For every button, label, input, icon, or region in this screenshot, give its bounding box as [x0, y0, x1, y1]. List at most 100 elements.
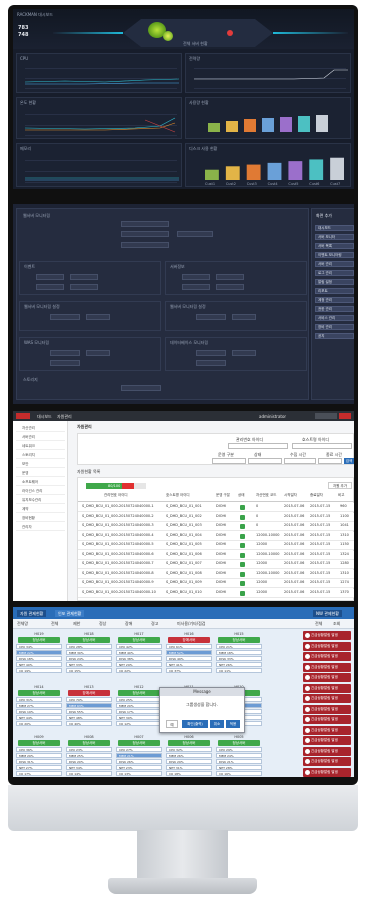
table-row[interactable]: S_DHD_BCU_01_000-20150724040000-1 S_DHD_B… [78, 503, 354, 512]
form-field[interactable] [121, 242, 169, 248]
alert-button[interactable]: 긴급상황알림 발생 [303, 746, 351, 756]
alert-button[interactable]: 긴급상황알림 발생 [303, 757, 351, 766]
search-input-id[interactable] [228, 443, 288, 449]
column-header[interactable]: 시작일자 [284, 493, 297, 498]
form-field[interactable] [86, 314, 110, 320]
server-state-button[interactable]: 정상서버 [118, 637, 160, 643]
form-field[interactable] [50, 360, 80, 366]
add-screen-item[interactable]: 로그 관리 [315, 270, 354, 276]
alert-button[interactable]: 긴급상황알림 발생 [303, 641, 351, 651]
server-state-button[interactable]: 정상서버 [68, 637, 110, 643]
server-state-button[interactable]: 정상서버 [118, 740, 160, 746]
sidebar-item[interactable]: 계약 [16, 506, 65, 513]
server-card[interactable]: H018 정상서버 CPU 28% MEM 30% DISK 24% NET 33% I/O… [65, 632, 113, 673]
toolbar-filter[interactable]: 정상 [99, 621, 106, 626]
form-field[interactable] [121, 385, 161, 391]
sidebar-item[interactable]: 유지보수관리 [16, 497, 65, 504]
toolbar-filter[interactable]: 미사용/기타/점검 [177, 621, 205, 626]
server-card[interactable]: H008 정상서버 CPU 23% MEM 25% DISK 20% NET 34% I/O… [65, 735, 113, 776]
table-row[interactable]: S_DHD_BCU_01_000-20150724040000-5 S_DHD_B… [78, 541, 354, 550]
server-state-button[interactable]: 장애서버 [68, 690, 110, 696]
toolbar-filter[interactable]: 장애 [125, 621, 132, 626]
date-start[interactable] [284, 458, 316, 464]
column-header[interactable]: 자산번호 코드 [256, 493, 276, 498]
form-field[interactable] [182, 274, 210, 280]
dialog-confirm-button[interactable]: 확인(출력) [182, 720, 208, 728]
form-field[interactable] [70, 274, 98, 280]
form-field[interactable] [196, 314, 226, 320]
form-field[interactable] [216, 274, 244, 280]
toolbar-filter[interactable]: 전체망 [17, 621, 28, 626]
sidebar-item[interactable]: 스토리지 [16, 452, 65, 459]
table-row[interactable]: S_DHD_BCU_01_000-20150724040000-6 S_DHD_B… [78, 550, 354, 560]
sidebar-item[interactable]: 보안 [16, 461, 65, 468]
table-row[interactable]: S_DHD_BCU_01_000-20150724040000-4 S_DHD_B… [78, 531, 354, 541]
server-state-button[interactable]: 장애서버 [168, 637, 210, 643]
sidebar-item[interactable]: 소프트웨어 [16, 479, 65, 486]
add-screen-item[interactable]: 서비스 관리 [315, 315, 354, 321]
server-state-button[interactable]: 정상서버 [218, 740, 260, 746]
tab-network[interactable]: NW 관제현황 [313, 610, 342, 617]
right-header-all[interactable]: 전체 [315, 621, 322, 626]
server-card[interactable]: H007 정상서버 CPU 27% MEM 21% DISK 26% NET 23% I/O… [115, 735, 163, 776]
server-card[interactable]: H015 정상서버 CPU 21% MEM 18% DISK 33% NET 26% I/O… [215, 632, 263, 673]
form-field[interactable] [216, 284, 244, 290]
settings-button[interactable] [315, 413, 337, 419]
form-field[interactable] [121, 221, 169, 227]
alert-button[interactable]: 긴급상황알림 발생 [303, 652, 351, 661]
add-screen-item[interactable]: 계정 관리 [315, 297, 354, 303]
dialog-apply-button[interactable]: 적용 [226, 720, 240, 728]
form-field[interactable] [177, 231, 213, 237]
alert-button[interactable]: 긴급상황알림 발생 [303, 704, 351, 714]
add-screen-item[interactable]: 서버 관리 [315, 261, 354, 267]
nav-tab-dashboard[interactable]: 대시보드 [37, 414, 52, 419]
add-screen-item[interactable]: 서버 목록 [315, 243, 354, 249]
add-screen-item[interactable]: 이벤트 모니터링 [315, 252, 354, 258]
server-state-button[interactable]: 정상서버 [118, 690, 160, 696]
form-field[interactable] [70, 284, 98, 290]
column-header[interactable]: 운영 구분 [216, 493, 230, 498]
form-field[interactable] [86, 350, 110, 356]
table-row[interactable]: S_DHD_BCU_01_000-20150724040000-9 S_DHD_B… [78, 579, 354, 588]
alert-button[interactable]: 긴급상황알림 발생 [303, 715, 351, 724]
nav-tab-resources[interactable]: 자원관리 [57, 414, 72, 419]
alert-button[interactable]: 긴급상황알림 발생 [303, 683, 351, 693]
sidebar-item[interactable]: 서버관리 [16, 434, 65, 441]
add-screen-item[interactable]: 공지 [315, 333, 354, 339]
tab-info[interactable]: 인포 관제현황 [55, 610, 85, 617]
alert-button[interactable]: 긴급상황알림 발생 [303, 662, 351, 672]
form-field[interactable] [50, 350, 80, 356]
server-state-button[interactable]: 정상서버 [218, 637, 260, 643]
server-state-button[interactable]: 정상서버 [18, 637, 60, 643]
select-operation[interactable] [212, 458, 246, 464]
date-end[interactable] [318, 458, 342, 464]
alert-button[interactable]: 긴급상황알림 발생 [303, 767, 351, 777]
server-card[interactable]: H009 정상서버 CPU 36% MEM 29% DISK 31% NET 27% I/O… [15, 735, 63, 776]
tab-resource[interactable]: 자원 관제현황 [17, 610, 47, 617]
add-screen-item[interactable]: 권한 관리 [315, 306, 354, 312]
column-header[interactable]: 상태 [238, 493, 244, 498]
sidebar-item[interactable]: 장비현황 [16, 515, 65, 522]
form-field[interactable] [232, 314, 256, 320]
toolbar-filter[interactable]: 제한 [73, 621, 80, 626]
sidebar-item[interactable]: 네트워크 [16, 443, 65, 450]
form-field[interactable] [196, 350, 226, 356]
logout-button[interactable] [339, 413, 351, 419]
server-state-button[interactable]: 정상서버 [18, 740, 60, 746]
alert-button[interactable]: 긴급상황알림 발생 [303, 725, 351, 735]
right-header-search[interactable]: 조회 [333, 621, 340, 626]
alert-button[interactable]: 긴급상황알림 발생 [303, 673, 351, 682]
sidebar-item[interactable]: 라이선스 관리 [16, 488, 65, 495]
form-field[interactable] [232, 350, 256, 356]
column-header[interactable]: 호스트명 아이디 [166, 493, 190, 498]
add-screen-item[interactable]: 서버 모니터 [315, 234, 354, 240]
column-header[interactable]: 관리번호 아이디 [104, 493, 128, 498]
table-row[interactable]: S_DHD_BCU_01_000-20150724040000-10 S_DHD_… [78, 588, 354, 598]
add-screen-item[interactable]: 대시보드 [315, 225, 354, 231]
add-screen-item[interactable]: 장비 관리 [315, 324, 354, 330]
server-card[interactable]: H014 정상서버 CPU 31% MEM 27% DISK 19% NET 44% I/O… [15, 685, 63, 726]
sidebar-item[interactable]: 운영 [16, 470, 65, 477]
form-field[interactable] [196, 360, 226, 366]
toolbar-filter[interactable]: 경고 [151, 621, 158, 626]
add-resource-button[interactable]: 자원 추가 [328, 482, 352, 489]
